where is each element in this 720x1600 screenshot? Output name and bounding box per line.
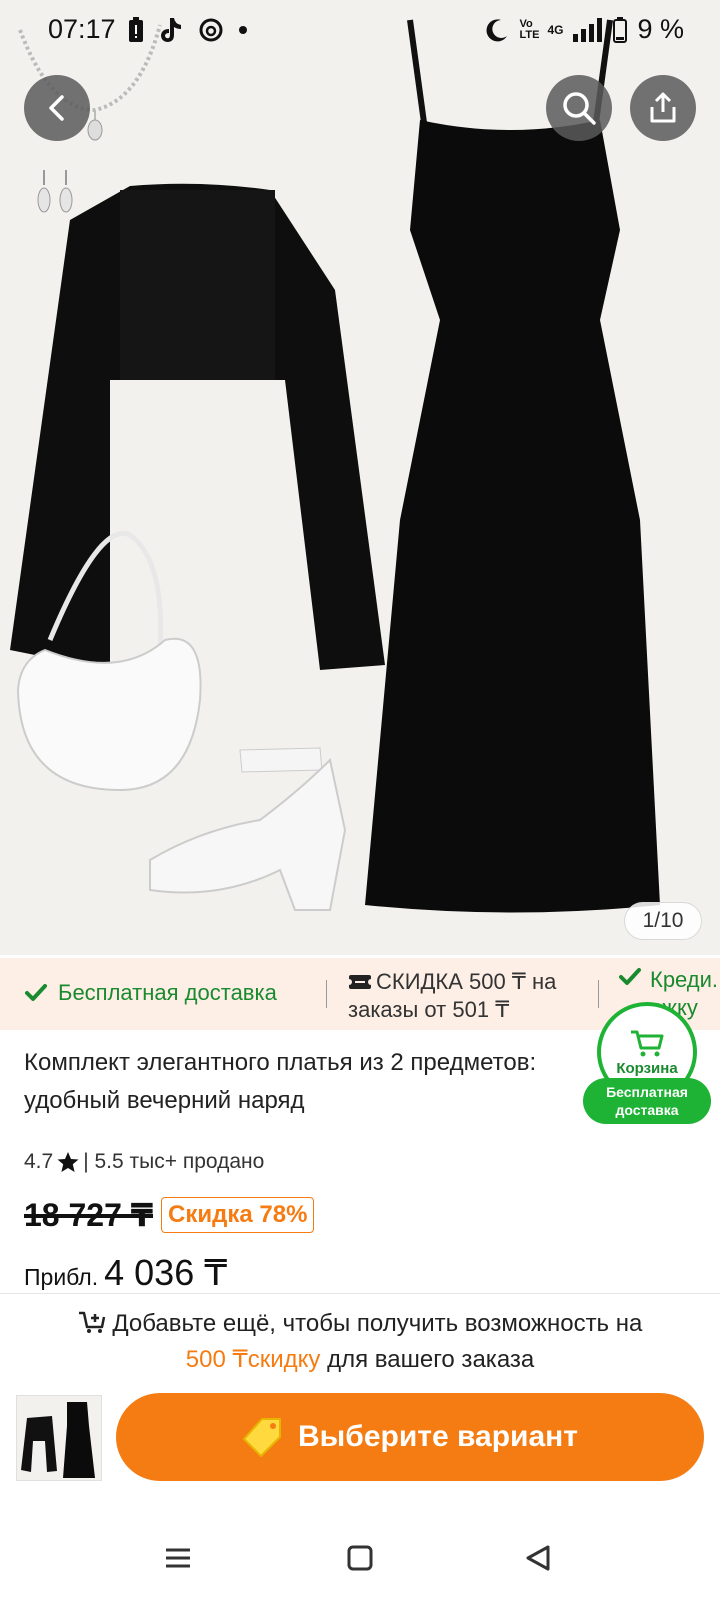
- coupon-icon: [346, 975, 374, 989]
- approx-label: Прибл.: [24, 1264, 99, 1290]
- star-icon: [57, 1152, 79, 1172]
- product-page: 07:17 Vo LTE 4G 9 % 1/10 Бесплатная дост…: [0, 0, 720, 1600]
- cart-free-shipping-pill: Бесплатная доставка: [583, 1078, 711, 1124]
- select-variant-button[interactable]: Выберите вариант: [116, 1393, 704, 1481]
- current-price: 4 036 ₸: [104, 1252, 228, 1293]
- back-button[interactable]: [24, 75, 90, 141]
- share-button[interactable]: [630, 75, 696, 141]
- back-nav-button[interactable]: [518, 1538, 558, 1578]
- status-bar: 07:17 Vo LTE 4G 9 %: [0, 0, 720, 64]
- square-icon: [347, 1545, 373, 1571]
- menu-icon: [166, 1548, 190, 1568]
- promo-divider: [326, 980, 327, 1008]
- network-label: 4G: [547, 22, 564, 37]
- battery-level: 9 %: [637, 14, 684, 44]
- system-icons: Vo LTE 4G 9 %: [485, 14, 684, 45]
- battery-alert-icon: [129, 17, 143, 42]
- product-image[interactable]: 07:17 Vo LTE 4G 9 % 1/10: [0, 0, 720, 955]
- select-variant-label: Выберите вариант: [298, 1420, 578, 1453]
- discount-promo-label: СКИДКА 500 ₸ на заказы от 501 ₸: [348, 969, 557, 1022]
- threads-icon: [199, 18, 223, 42]
- check-icon: [619, 968, 641, 985]
- signal-icon: [573, 17, 603, 42]
- status-time: 07:17: [48, 14, 116, 44]
- moon-icon: [486, 18, 508, 41]
- triangle-back-icon: [526, 1545, 550, 1571]
- home-button[interactable]: [340, 1538, 380, 1578]
- search-button[interactable]: [546, 75, 612, 141]
- check-icon: [25, 984, 47, 1001]
- dot-icon: [239, 26, 247, 34]
- approx-price: Прибл. 4 036 ₸: [24, 1252, 227, 1294]
- old-price: 18 727 ₸: [24, 1197, 154, 1233]
- chevron-left-icon: [49, 95, 64, 121]
- bottom-action-bar: Добавьте ещё, чтобы получить возможность…: [0, 1293, 720, 1516]
- discount-badge: Скидка 78%: [161, 1197, 315, 1233]
- tiktok-icon: [161, 18, 181, 42]
- image-counter: 1/10: [624, 902, 702, 940]
- variant-thumbnail[interactable]: [16, 1395, 102, 1481]
- notification-icons: [128, 16, 248, 44]
- recent-apps-button[interactable]: [158, 1538, 198, 1578]
- outfit-illustration: [10, 19, 660, 913]
- message-line2: для вашего заказа: [320, 1346, 535, 1373]
- price-row: 18 727 ₸ Скидка 78%: [24, 1196, 315, 1234]
- cart-plus-icon: [78, 1311, 105, 1333]
- discount-promo: СКИДКА 500 ₸ на заказы от 501 ₸: [346, 968, 598, 1024]
- free-shipping-label: Бесплатная доставка: [58, 980, 277, 1005]
- sold-count: | 5.5 тыс+ продано: [83, 1150, 265, 1173]
- message-line1: Добавьте ещё, чтобы получить возможность…: [112, 1310, 643, 1337]
- share-icon: [650, 92, 676, 123]
- product-title: Комплект элегантного платья из 2 предмет…: [24, 1049, 537, 1114]
- thumbnail-image: [21, 1402, 95, 1478]
- add-more-message[interactable]: Добавьте ещё, чтобы получить возможность…: [0, 1306, 720, 1378]
- cart-icon: [631, 1030, 664, 1056]
- battery-icon: [613, 16, 628, 43]
- rating-row[interactable]: 4.7 | 5.5 тыс+ продано: [24, 1150, 264, 1174]
- message-discount: 500 ₸скидку: [185, 1346, 321, 1373]
- free-shipping-promo: Бесплатная доставка: [24, 980, 277, 1006]
- cart-label: Корзина: [616, 1059, 678, 1077]
- system-nav-bar: [0, 1516, 720, 1600]
- rating-value: 4.7: [24, 1150, 54, 1173]
- price-tag-icon: [243, 1418, 281, 1457]
- search-icon: [563, 92, 596, 125]
- cart-button[interactable]: Корзина Бесплатная доставка: [583, 1002, 711, 1124]
- volte-label: Vo LTE: [519, 17, 540, 41]
